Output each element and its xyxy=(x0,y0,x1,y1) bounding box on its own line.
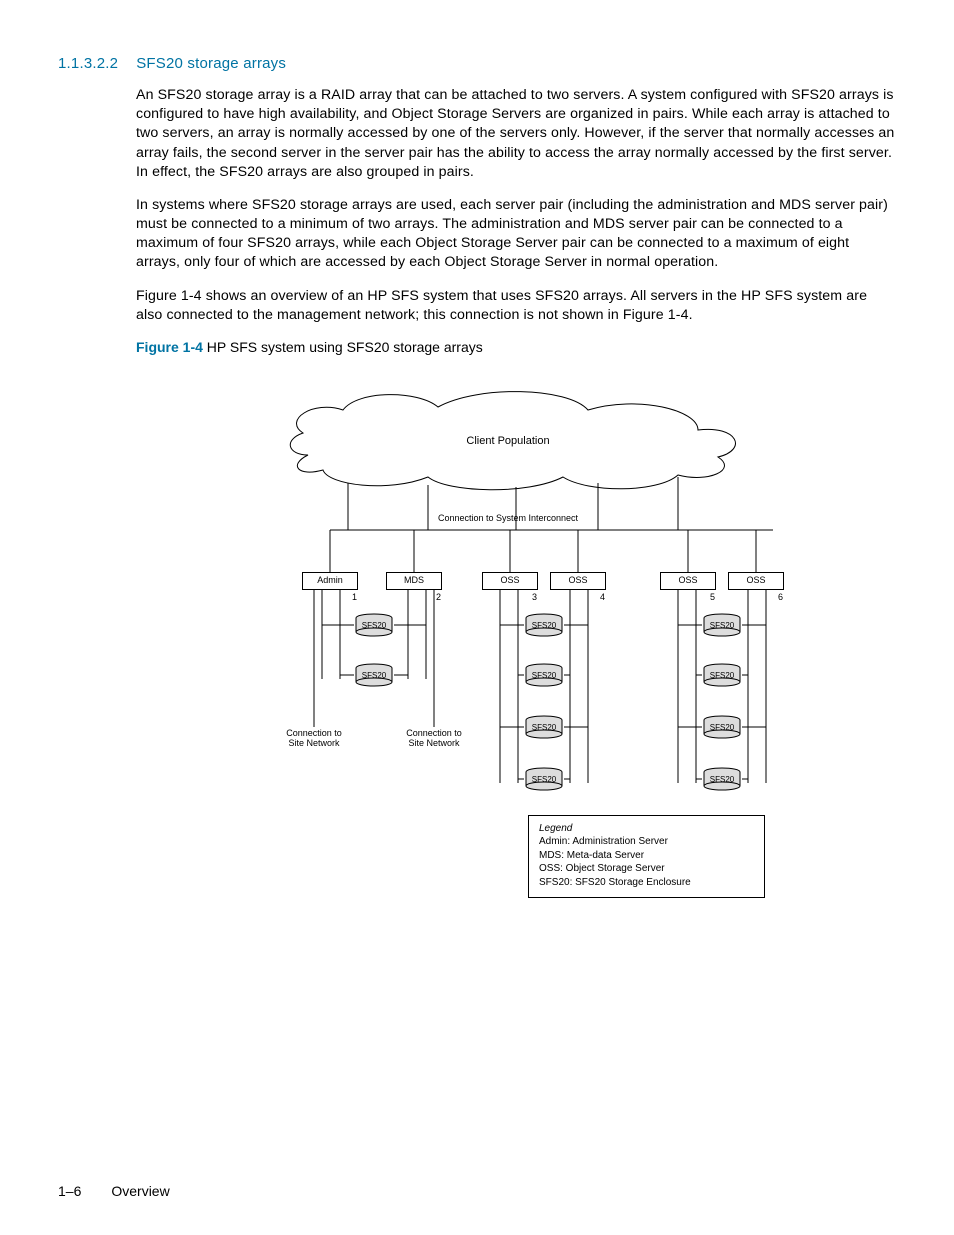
sfs20-array: SFS20 xyxy=(354,613,394,637)
site-network-label: Connection toSite Network xyxy=(394,729,474,749)
figure-label: Figure 1-4 xyxy=(136,339,203,355)
figure-caption: Figure 1-4 HP SFS system using SFS20 sto… xyxy=(136,339,896,355)
diagram: Client Population Connection to System I… xyxy=(228,365,788,925)
section-title: SFS20 storage arrays xyxy=(136,55,286,72)
legend-title: Legend xyxy=(539,822,754,836)
sfs20-array: SFS20 xyxy=(702,663,742,687)
sfs20-array: SFS20 xyxy=(524,663,564,687)
server-oss: OSS xyxy=(550,572,606,590)
sfs20-array: SFS20 xyxy=(702,715,742,739)
server-admin: Admin xyxy=(302,572,358,590)
body-text: An SFS20 storage array is a RAID array t… xyxy=(136,86,896,325)
server-num: 5 xyxy=(710,592,715,602)
interconnect-label: Connection to System Interconnect xyxy=(228,513,788,523)
legend-line: OSS: Object Storage Server xyxy=(539,862,754,876)
legend-line: SFS20: SFS20 Storage Enclosure xyxy=(539,876,754,890)
section-number: 1.1.3.2.2 xyxy=(58,55,118,72)
legend-line: MDS: Meta-data Server xyxy=(539,849,754,863)
sfs20-array: SFS20 xyxy=(524,767,564,791)
server-num: 1 xyxy=(352,592,357,602)
server-oss: OSS xyxy=(660,572,716,590)
paragraph: Figure 1-4 shows an overview of an HP SF… xyxy=(136,287,896,325)
server-num: 6 xyxy=(778,592,783,602)
sfs20-array: SFS20 xyxy=(702,767,742,791)
cloud-label: Client Population xyxy=(228,435,788,447)
server-num: 4 xyxy=(600,592,605,602)
server-num: 2 xyxy=(436,592,441,602)
site-network-label: Connection toSite Network xyxy=(274,729,354,749)
server-num: 3 xyxy=(532,592,537,602)
section-heading: 1.1.3.2.2 SFS20 storage arrays xyxy=(58,55,896,72)
paragraph: An SFS20 storage array is a RAID array t… xyxy=(136,86,896,182)
footer-section: Overview xyxy=(111,1183,169,1199)
paragraph: In systems where SFS20 storage arrays ar… xyxy=(136,196,896,273)
page: 1.1.3.2.2 SFS20 storage arrays An SFS20 s… xyxy=(0,0,954,1235)
legend: Legend Admin: Administration Server MDS:… xyxy=(528,815,765,899)
legend-line: Admin: Administration Server xyxy=(539,835,754,849)
sfs20-array: SFS20 xyxy=(524,613,564,637)
sfs20-array: SFS20 xyxy=(524,715,564,739)
server-mds: MDS xyxy=(386,572,442,590)
figure-caption-text: HP SFS system using SFS20 storage arrays xyxy=(207,339,483,355)
server-oss: OSS xyxy=(482,572,538,590)
sfs20-array: SFS20 xyxy=(702,613,742,637)
server-oss: OSS xyxy=(728,572,784,590)
sfs20-array: SFS20 xyxy=(354,663,394,687)
footer: 1–6 Overview xyxy=(58,1183,170,1199)
page-number: 1–6 xyxy=(58,1183,81,1199)
